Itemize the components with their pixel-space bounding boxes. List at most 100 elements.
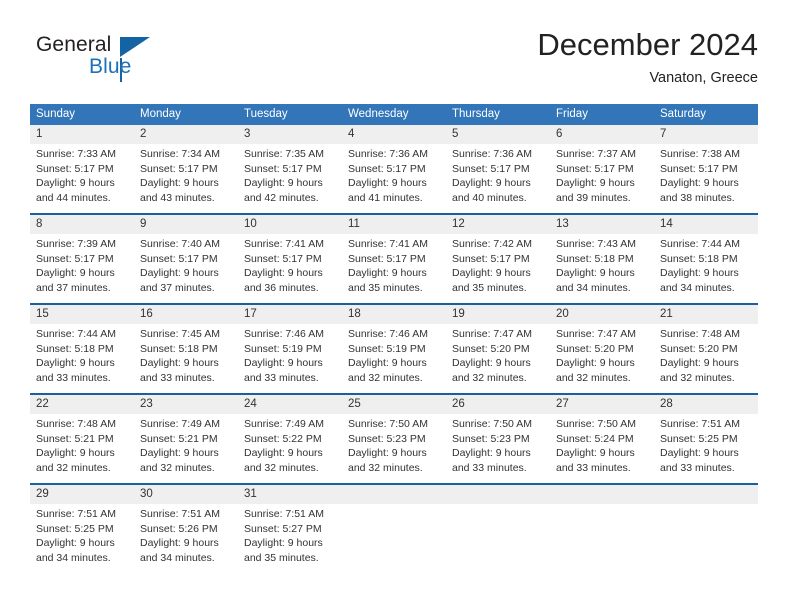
day-daylight-line1-text: Daylight: 9 hours	[244, 177, 323, 190]
day-cell[interactable]: Sunrise: 7:45 AM Sunset: 5:18 PM Daylight:…	[134, 324, 238, 393]
day-number[interactable]: 26	[446, 395, 550, 414]
calendar-week-row: 22 23 24 25 26 27 28 Sunrise: 7:48 AM Sunset: 5:…	[30, 393, 758, 483]
day-sunrise-text: Sunrise: 7:47 AM	[556, 328, 636, 340]
day-cell[interactable]: Sunrise: 7:49 AM Sunset: 5:22 PM Daylight:…	[238, 414, 342, 483]
day-cell[interactable]: Sunrise: 7:35 AM Sunset: 5:17 PM Daylight:…	[238, 144, 342, 213]
day-daylight-line2-text: and 34 minutes.	[660, 281, 735, 294]
day-number[interactable]: 27	[550, 395, 654, 414]
day-cell[interactable]: Sunrise: 7:51 AM Sunset: 5:25 PM Daylight:…	[654, 414, 758, 483]
day-number[interactable]: 29	[30, 485, 134, 504]
day-cell[interactable]: Sunrise: 7:51 AM Sunset: 5:27 PM Daylight:…	[238, 504, 342, 573]
day-daylight-line1-text: Daylight: 9 hours	[452, 357, 531, 370]
day-cell[interactable]: Sunrise: 7:51 AM Sunset: 5:25 PM Daylight:…	[30, 504, 134, 573]
day-sunset-text: Sunset: 5:17 PM	[348, 162, 426, 175]
day-daylight-line2-text: and 33 minutes.	[452, 461, 527, 474]
day-cell[interactable]: Sunrise: 7:41 AM Sunset: 5:17 PM Daylight:…	[238, 234, 342, 303]
day-number[interactable]: 30	[134, 485, 238, 504]
day-number[interactable]: 7	[654, 125, 758, 144]
day-sunset-text: Sunset: 5:17 PM	[348, 252, 426, 265]
day-cell[interactable]: Sunrise: 7:46 AM Sunset: 5:19 PM Daylight:…	[342, 324, 446, 393]
day-number[interactable]: 16	[134, 305, 238, 324]
day-cell[interactable]: Sunrise: 7:50 AM Sunset: 5:24 PM Daylight:…	[550, 414, 654, 483]
day-number[interactable]: 2	[134, 125, 238, 144]
day-number[interactable]: 24	[238, 395, 342, 414]
day-cell[interactable]: Sunrise: 7:40 AM Sunset: 5:17 PM Daylight:…	[134, 234, 238, 303]
day-sunrise-text: Sunrise: 7:38 AM	[660, 148, 740, 160]
day-cell[interactable]: Sunrise: 7:42 AM Sunset: 5:17 PM Daylight:…	[446, 234, 550, 303]
day-number[interactable]: 4	[342, 125, 446, 144]
day-daylight-line1-text: Daylight: 9 hours	[36, 267, 115, 280]
day-number[interactable]: 1	[30, 125, 134, 144]
day-number[interactable]: 14	[654, 215, 758, 234]
day-cell[interactable]: Sunrise: 7:43 AM Sunset: 5:18 PM Daylight:…	[550, 234, 654, 303]
day-cell[interactable]: Sunrise: 7:48 AM Sunset: 5:20 PM Daylight:…	[654, 324, 758, 393]
day-cell[interactable]: Sunrise: 7:44 AM Sunset: 5:18 PM Daylight:…	[654, 234, 758, 303]
day-cell[interactable]: Sunrise: 7:49 AM Sunset: 5:21 PM Daylight:…	[134, 414, 238, 483]
day-daylight-line2-text: and 35 minutes.	[452, 281, 527, 294]
day-cell[interactable]: Sunrise: 7:38 AM Sunset: 5:17 PM Daylight:…	[654, 144, 758, 213]
day-cell[interactable]: Sunrise: 7:48 AM Sunset: 5:21 PM Daylight:…	[30, 414, 134, 483]
day-number[interactable]: 11	[342, 215, 446, 234]
day-number[interactable]: 15	[30, 305, 134, 324]
day-number[interactable]: 23	[134, 395, 238, 414]
day-cell[interactable]: Sunrise: 7:50 AM Sunset: 5:23 PM Daylight:…	[446, 414, 550, 483]
empty-day-cell	[446, 504, 550, 573]
day-cell[interactable]: Sunrise: 7:41 AM Sunset: 5:17 PM Daylight:…	[342, 234, 446, 303]
day-number[interactable]: 12	[446, 215, 550, 234]
day-daylight-line1-text: Daylight: 9 hours	[244, 537, 323, 550]
day-number[interactable]: 17	[238, 305, 342, 324]
brand-logo[interactable]: General Blue	[36, 33, 236, 85]
day-daylight-line2-text: and 33 minutes.	[36, 371, 111, 384]
day-daylight-line1-text: Daylight: 9 hours	[556, 267, 635, 280]
day-number[interactable]: 6	[550, 125, 654, 144]
day-number[interactable]: 31	[238, 485, 342, 504]
day-daylight-line1-text: Daylight: 9 hours	[660, 177, 739, 190]
day-number[interactable]: 25	[342, 395, 446, 414]
day-cell[interactable]: Sunrise: 7:47 AM Sunset: 5:20 PM Daylight:…	[446, 324, 550, 393]
day-sunset-text: Sunset: 5:21 PM	[140, 432, 218, 445]
day-number[interactable]: 10	[238, 215, 342, 234]
day-cell[interactable]: Sunrise: 7:33 AM Sunset: 5:17 PM Daylight:…	[30, 144, 134, 213]
day-sunrise-text: Sunrise: 7:37 AM	[556, 148, 636, 160]
day-number[interactable]: 3	[238, 125, 342, 144]
day-daylight-line2-text: and 35 minutes.	[244, 551, 319, 564]
day-number[interactable]: 13	[550, 215, 654, 234]
day-cell[interactable]: Sunrise: 7:36 AM Sunset: 5:17 PM Daylight:…	[446, 144, 550, 213]
page-header: General Blue December 2024 Vanaton, Gree…	[0, 0, 792, 98]
day-daylight-line1-text: Daylight: 9 hours	[452, 447, 531, 460]
day-sunrise-text: Sunrise: 7:35 AM	[244, 148, 324, 160]
day-sunrise-text: Sunrise: 7:33 AM	[36, 148, 116, 160]
day-sunset-text: Sunset: 5:20 PM	[452, 342, 530, 355]
day-number[interactable]: 5	[446, 125, 550, 144]
day-number[interactable]: 22	[30, 395, 134, 414]
day-cell[interactable]: Sunrise: 7:37 AM Sunset: 5:17 PM Daylight:…	[550, 144, 654, 213]
day-sunrise-text: Sunrise: 7:46 AM	[348, 328, 428, 340]
day-number[interactable]: 19	[446, 305, 550, 324]
day-cell[interactable]: Sunrise: 7:44 AM Sunset: 5:18 PM Daylight:…	[30, 324, 134, 393]
day-cell[interactable]: Sunrise: 7:46 AM Sunset: 5:19 PM Daylight:…	[238, 324, 342, 393]
day-sunset-text: Sunset: 5:17 PM	[36, 162, 114, 175]
day-cell[interactable]: Sunrise: 7:47 AM Sunset: 5:20 PM Daylight:…	[550, 324, 654, 393]
day-daylight-line1-text: Daylight: 9 hours	[556, 177, 635, 190]
day-number[interactable]: 8	[30, 215, 134, 234]
day-cell[interactable]: Sunrise: 7:51 AM Sunset: 5:26 PM Daylight:…	[134, 504, 238, 573]
day-cell[interactable]: Sunrise: 7:39 AM Sunset: 5:17 PM Daylight:…	[30, 234, 134, 303]
day-number[interactable]: 20	[550, 305, 654, 324]
day-number[interactable]: 18	[342, 305, 446, 324]
day-sunset-text: Sunset: 5:23 PM	[348, 432, 426, 445]
day-sunset-text: Sunset: 5:21 PM	[36, 432, 114, 445]
empty-day-number	[446, 485, 550, 504]
day-number[interactable]: 28	[654, 395, 758, 414]
day-cell[interactable]: Sunrise: 7:34 AM Sunset: 5:17 PM Daylight:…	[134, 144, 238, 213]
week-detail-row: Sunrise: 7:44 AM Sunset: 5:18 PM Daylight:…	[30, 324, 758, 393]
day-cell[interactable]: Sunrise: 7:50 AM Sunset: 5:23 PM Daylight:…	[342, 414, 446, 483]
day-sunrise-text: Sunrise: 7:50 AM	[452, 418, 532, 430]
day-sunrise-text: Sunrise: 7:44 AM	[660, 238, 740, 250]
week-date-band: 15 16 17 18 19 20 21	[30, 305, 758, 324]
day-cell[interactable]: Sunrise: 7:36 AM Sunset: 5:17 PM Daylight:…	[342, 144, 446, 213]
day-daylight-line2-text: and 32 minutes.	[36, 461, 111, 474]
week-detail-row: Sunrise: 7:33 AM Sunset: 5:17 PM Daylight:…	[30, 144, 758, 213]
day-number[interactable]: 21	[654, 305, 758, 324]
day-daylight-line2-text: and 36 minutes.	[244, 281, 319, 294]
day-number[interactable]: 9	[134, 215, 238, 234]
